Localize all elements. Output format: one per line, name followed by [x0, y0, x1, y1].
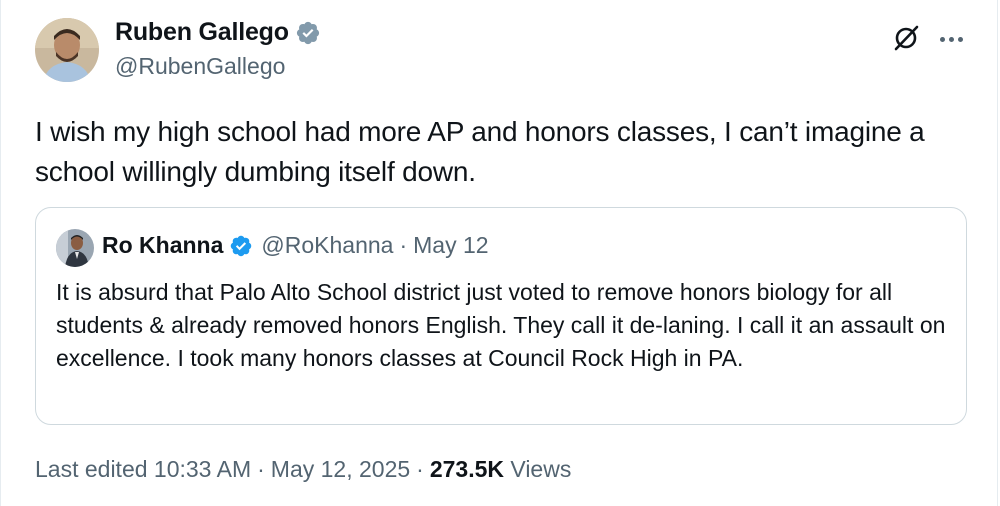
quoted-text: It is absurd that Palo Alto School distr…: [56, 279, 946, 371]
author-name[interactable]: Ruben Gallego: [115, 18, 289, 47]
tweet-date[interactable]: May 12, 2025: [271, 456, 410, 482]
quoted-handle[interactable]: @RoKhanna: [261, 232, 393, 259]
verified-badge-icon: [231, 235, 252, 256]
verified-badge-icon: [296, 21, 319, 44]
grok-icon: [894, 25, 919, 51]
more-options-button[interactable]: [935, 22, 967, 54]
meta-separator: ·: [257, 456, 265, 482]
tweet-meta: Last edited 10:33 AM · May 12, 2025 · 273.5K…: [35, 456, 571, 483]
quoted-name[interactable]: Ro Khanna: [102, 232, 223, 259]
more-icon: [938, 29, 965, 47]
author-handle[interactable]: @RubenGallego: [115, 53, 285, 80]
quoted-header: Ro Khanna @RoKhanna · May 12: [102, 232, 489, 259]
author-avatar[interactable]: [35, 18, 99, 82]
last-edited-time[interactable]: Last edited 10:33 AM: [35, 456, 251, 482]
quoted-separator: ·: [399, 232, 408, 258]
views-count: 273.5K: [429, 456, 504, 482]
quoted-avatar[interactable]: [56, 229, 94, 267]
meta-separator: ·: [416, 456, 424, 482]
quoted-tweet[interactable]: Ro Khanna @RoKhanna · May 12 It is absur…: [35, 207, 967, 425]
quoted-date[interactable]: May 12: [413, 232, 488, 259]
grok-button[interactable]: [890, 22, 922, 54]
tweet-card: Ruben Gallego @RubenGallego I wish my hi…: [0, 0, 998, 506]
views-label: Views: [510, 456, 572, 482]
tweet-text: I wish my high school had more AP and ho…: [35, 116, 925, 187]
author-name-row: Ruben Gallego: [115, 18, 321, 47]
